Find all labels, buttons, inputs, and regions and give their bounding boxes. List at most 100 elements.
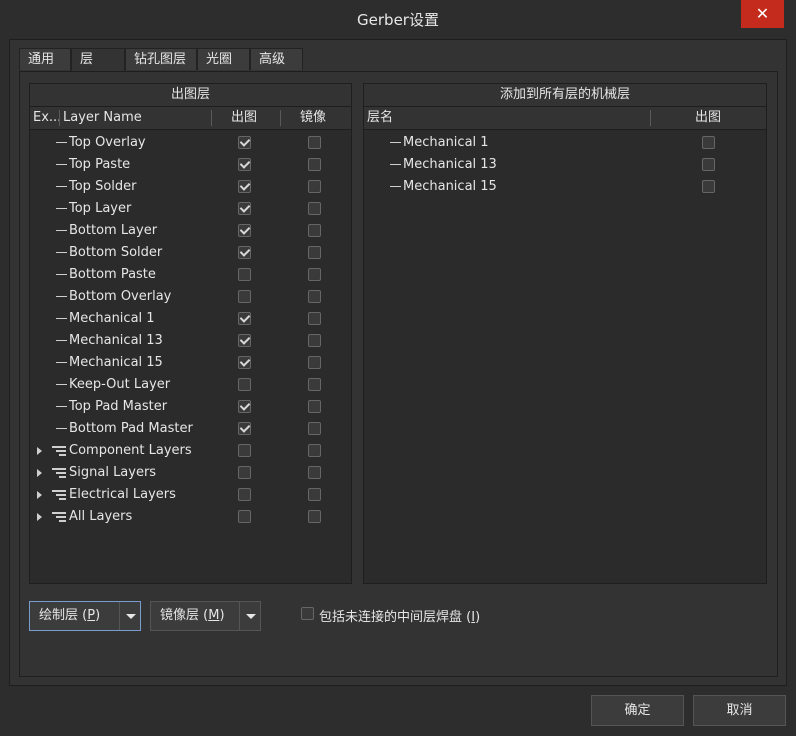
plot-checkbox[interactable] [238,246,251,259]
column-mirror[interactable]: 镜像 [300,107,326,129]
tab-general[interactable]: 通用 [19,48,71,70]
mirror-checkbox[interactable] [308,290,321,303]
plot-checkbox[interactable] [702,180,715,193]
mirror-checkbox[interactable] [308,422,321,435]
plot-checkbox[interactable] [238,180,251,193]
group-icon-bar [59,476,66,478]
mirror-checkbox[interactable] [308,466,321,479]
expand-arrow-icon[interactable] [37,447,42,455]
plot-checkbox[interactable] [238,224,251,237]
plot-checkbox[interactable] [238,444,251,457]
column-ex[interactable]: Ex... [33,107,61,129]
mirror-checkbox[interactable] [308,158,321,171]
layer-group-row[interactable]: Signal Layers [30,462,351,484]
expand-arrow-icon[interactable] [37,491,42,499]
tab-drill-drawing[interactable]: 钻孔图层 [125,48,197,70]
mirror-checkbox[interactable] [308,444,321,457]
include-unconnected-pads-checkbox[interactable] [301,607,314,620]
expand-arrow-icon[interactable] [37,469,42,477]
cancel-button[interactable]: 取消 [693,695,786,726]
layer-row[interactable]: Top Layer [30,198,351,220]
layer-name: Keep-Out Layer [69,377,171,392]
mirror-checkbox[interactable] [308,180,321,193]
mirror-checkbox[interactable] [308,400,321,413]
layer-group-icon [52,512,66,522]
chevron-down-icon[interactable] [239,602,262,630]
plot-checkbox[interactable] [238,510,251,523]
tab-apertures[interactable]: 光圈 [197,48,250,70]
plot-checkbox[interactable] [238,422,251,435]
plot-checkbox[interactable] [238,466,251,479]
layer-row[interactable]: Bottom Solder [30,242,351,264]
layer-row[interactable]: Bottom Overlay [30,286,351,308]
column-plot[interactable]: 出图 [695,107,721,129]
column-separator[interactable] [650,110,651,126]
layer-group-row[interactable]: Electrical Layers [30,484,351,506]
column-separator[interactable] [211,110,212,126]
group-icon-bar [56,472,66,474]
layer-row[interactable]: Mechanical 1 [30,308,351,330]
plot-checkbox[interactable] [238,136,251,149]
mirror-checkbox[interactable] [308,510,321,523]
mirror-layers-split-button[interactable]: 镜像层 (M) [150,601,261,631]
plot-layers-label: 绘制层 ( [39,608,88,623]
plot-checkbox[interactable] [238,488,251,501]
mechanical-layer-row[interactable]: Mechanical 1 [364,132,766,154]
layer-row[interactable]: Top Paste [30,154,351,176]
layer-row[interactable]: Top Solder [30,176,351,198]
plot-checkbox[interactable] [702,158,715,171]
expand-arrow-icon[interactable] [37,513,42,521]
plot-checkbox[interactable] [238,400,251,413]
layer-group-row[interactable]: All Layers [30,506,351,528]
column-plot[interactable]: 出图 [231,107,257,129]
plot-checkbox[interactable] [702,136,715,149]
plot-checkbox[interactable] [238,378,251,391]
column-separator[interactable] [280,110,281,126]
mirror-layers-button[interactable]: 镜像层 (M) [151,602,225,630]
mirror-checkbox[interactable] [308,356,321,369]
mirror-checkbox[interactable] [308,378,321,391]
include-label-text: 包括未连接的中间层焊盘 ( [319,610,472,625]
chevron-down-icon[interactable] [119,602,142,630]
tab-advanced[interactable]: 高级 [250,48,303,70]
plot-layers-split-button[interactable]: 绘制层 (P) [29,601,141,631]
tab-layers[interactable]: 层 [71,48,125,72]
close-button[interactable]: ✕ [741,0,784,28]
plot-checkbox[interactable] [238,268,251,281]
layer-row[interactable]: Mechanical 15 [30,352,351,374]
mirror-checkbox[interactable] [308,334,321,347]
plot-checkbox[interactable] [238,202,251,215]
layer-name: Bottom Paste [69,267,156,282]
mechanical-layer-row[interactable]: Mechanical 13 [364,154,766,176]
layer-name: Bottom Solder [69,245,163,260]
ok-button[interactable]: 确定 [591,695,684,726]
layer-row[interactable]: Bottom Paste [30,264,351,286]
mirror-checkbox[interactable] [308,312,321,325]
layer-name: Mechanical 1 [403,135,489,150]
column-layer-name[interactable]: 层名 [367,107,393,129]
plot-checkbox[interactable] [238,312,251,325]
layer-row[interactable]: Bottom Pad Master [30,418,351,440]
layer-row[interactable]: Top Pad Master [30,396,351,418]
plot-checkbox[interactable] [238,356,251,369]
mirror-checkbox[interactable] [308,488,321,501]
plot-layers-title: 出图层 [30,84,351,107]
mirror-checkbox[interactable] [308,136,321,149]
layer-row[interactable]: Keep-Out Layer [30,374,351,396]
layer-dash-icon [56,318,67,319]
mirror-checkbox[interactable] [308,246,321,259]
layer-row[interactable]: Bottom Layer [30,220,351,242]
column-separator[interactable] [59,110,60,126]
mirror-checkbox[interactable] [308,224,321,237]
layer-row[interactable]: Top Overlay [30,132,351,154]
column-layer-name[interactable]: Layer Name [63,107,142,129]
mirror-checkbox[interactable] [308,268,321,281]
plot-checkbox[interactable] [238,334,251,347]
layer-group-row[interactable]: Component Layers [30,440,351,462]
plot-layers-button[interactable]: 绘制层 (P) [30,602,100,630]
mirror-checkbox[interactable] [308,202,321,215]
plot-checkbox[interactable] [238,290,251,303]
plot-checkbox[interactable] [238,158,251,171]
layer-row[interactable]: Mechanical 13 [30,330,351,352]
mechanical-layer-row[interactable]: Mechanical 15 [364,176,766,198]
